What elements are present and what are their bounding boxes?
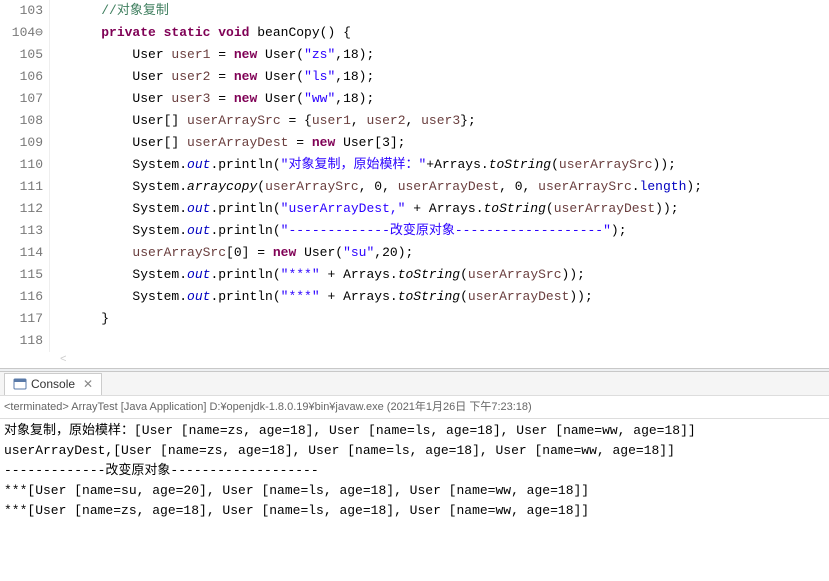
line-number: 103 bbox=[0, 0, 43, 22]
code-line[interactable]: User user1 = new User("zs",18); bbox=[70, 44, 829, 66]
horizontal-scroll-indicator: < bbox=[0, 352, 829, 368]
close-icon[interactable]: ✕ bbox=[79, 377, 93, 391]
line-number: 105 bbox=[0, 44, 43, 66]
code-line[interactable]: System.out.println("userArrayDest," + Ar… bbox=[70, 198, 829, 220]
code-line[interactable]: User[] userArrayDest = new User[3]; bbox=[70, 132, 829, 154]
console-output[interactable]: 对象复制，原始模样：[User [name=zs, age=18], User … bbox=[0, 419, 829, 523]
code-line[interactable]: System.out.println("对象复制，原始模样："+Arrays.t… bbox=[70, 154, 829, 176]
line-number: 108 bbox=[0, 110, 43, 132]
code-line[interactable]: System.out.println("-------------改变原对象--… bbox=[70, 220, 829, 242]
line-number: 104⊖ bbox=[0, 22, 43, 44]
console-line: userArrayDest,[User [name=zs, age=18], U… bbox=[4, 441, 825, 461]
line-number: 113 bbox=[0, 220, 43, 242]
console-line: 对象复制，原始模样：[User [name=zs, age=18], User … bbox=[4, 421, 825, 441]
code-line[interactable]: userArraySrc[0] = new User("su",20); bbox=[70, 242, 829, 264]
console-line: ***[User [name=zs, age=18], User [name=l… bbox=[4, 501, 825, 521]
console-line: -------------改变原对象------------------- bbox=[4, 461, 825, 481]
code-line[interactable]: System.out.println("***" + Arrays.toStri… bbox=[70, 264, 829, 286]
code-line[interactable]: User[] userArraySrc = {user1, user2, use… bbox=[70, 110, 829, 132]
line-number: 117 bbox=[0, 308, 43, 330]
line-number: 116 bbox=[0, 286, 43, 308]
code-line[interactable] bbox=[70, 330, 829, 352]
terminated-status: <terminated> ArrayTest [Java Application… bbox=[0, 396, 829, 419]
line-number: 115 bbox=[0, 264, 43, 286]
line-number: 111 bbox=[0, 176, 43, 198]
code-line[interactable]: System.out.println("***" + Arrays.toStri… bbox=[70, 286, 829, 308]
line-number: 107 bbox=[0, 88, 43, 110]
line-number-gutter: 103104⊖105106107108109110111112113114115… bbox=[0, 0, 50, 352]
console-header: Console ✕ bbox=[0, 372, 829, 396]
code-content[interactable]: //对象复制 private static void beanCopy() { … bbox=[50, 0, 829, 352]
code-editor[interactable]: 103104⊖105106107108109110111112113114115… bbox=[0, 0, 829, 352]
line-number: 118 bbox=[0, 330, 43, 352]
line-number: 109 bbox=[0, 132, 43, 154]
code-line[interactable]: System.arraycopy(userArraySrc, 0, userAr… bbox=[70, 176, 829, 198]
line-number: 112 bbox=[0, 198, 43, 220]
console-line: ***[User [name=su, age=20], User [name=l… bbox=[4, 481, 825, 501]
code-line[interactable]: } bbox=[70, 308, 829, 330]
console-tab-label: Console bbox=[31, 377, 75, 391]
code-line[interactable]: private static void beanCopy() { bbox=[70, 22, 829, 44]
code-line[interactable]: User user2 = new User("ls",18); bbox=[70, 66, 829, 88]
line-number: 106 bbox=[0, 66, 43, 88]
code-line[interactable]: User user3 = new User("ww",18); bbox=[70, 88, 829, 110]
line-number: 110 bbox=[0, 154, 43, 176]
console-tab[interactable]: Console ✕ bbox=[4, 373, 102, 395]
console-icon bbox=[13, 377, 27, 391]
line-number: 114 bbox=[0, 242, 43, 264]
code-line[interactable]: //对象复制 bbox=[70, 0, 829, 22]
